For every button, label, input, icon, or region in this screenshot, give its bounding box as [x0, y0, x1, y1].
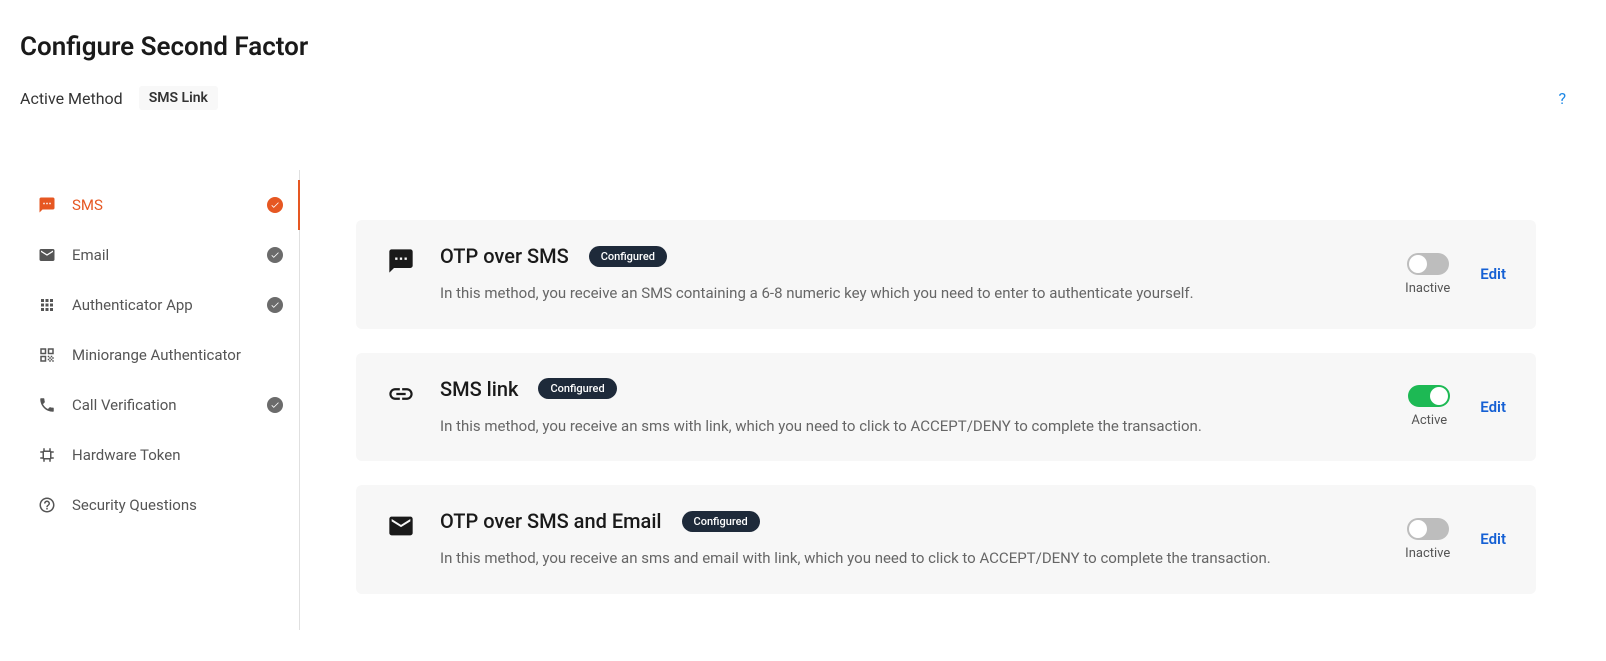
email-icon — [36, 244, 58, 266]
sms-bubble-icon — [386, 246, 416, 276]
method-description: In this method, you receive an sms and e… — [440, 547, 1381, 570]
configured-badge: Configured — [682, 511, 760, 532]
method-description: In this method, you receive an sms with … — [440, 415, 1384, 438]
question-icon — [36, 494, 58, 516]
sidebar-item-hardware[interactable]: Hardware Token — [20, 430, 299, 480]
sidebar-item-label: Security Questions — [72, 496, 283, 514]
toggle-switch[interactable] — [1407, 518, 1449, 540]
sidebar-item-sms[interactable]: SMS — [20, 180, 299, 230]
method-card-otp-sms-email: OTP over SMS and Email Configured In thi… — [356, 485, 1536, 594]
method-description: In this method, you receive an SMS conta… — [440, 282, 1381, 305]
edit-button[interactable]: Edit — [1480, 398, 1506, 416]
sidebar-item-label: Authenticator App — [72, 296, 267, 314]
configured-badge: Configured — [589, 246, 667, 267]
toggle-label: Inactive — [1405, 281, 1450, 296]
sidebar-item-authenticator[interactable]: Authenticator App — [20, 280, 299, 330]
method-title: OTP over SMS — [440, 244, 569, 268]
method-card-otp-sms: OTP over SMS Configured In this method, … — [356, 220, 1536, 329]
sidebar-item-email[interactable]: Email — [20, 230, 299, 280]
check-icon — [267, 247, 283, 263]
method-title: SMS link — [440, 377, 518, 401]
active-method-label: Active Method — [20, 89, 123, 108]
method-card-sms-link: SMS link Configured In this method, you … — [356, 353, 1536, 462]
toggle-switch[interactable] — [1407, 253, 1449, 275]
sidebar-item-label: Miniorange Authenticator — [72, 346, 283, 364]
sidebar: SMS Email Authenticator App — [20, 170, 300, 630]
sidebar-item-label: Hardware Token — [72, 446, 283, 464]
link-icon — [386, 379, 416, 409]
sidebar-item-label: Email — [72, 246, 267, 264]
active-method-value: SMS Link — [139, 86, 218, 110]
grid-icon — [36, 294, 58, 316]
method-title: OTP over SMS and Email — [440, 509, 662, 533]
help-icon[interactable]: ? — [1558, 89, 1566, 108]
phone-icon — [36, 394, 58, 416]
edit-button[interactable]: Edit — [1480, 265, 1506, 283]
check-icon — [267, 397, 283, 413]
edit-button[interactable]: Edit — [1480, 530, 1506, 548]
sidebar-item-call[interactable]: Call Verification — [20, 380, 299, 430]
toggle-label: Active — [1411, 413, 1447, 428]
check-icon — [267, 297, 283, 313]
sidebar-item-security[interactable]: Security Questions — [20, 480, 299, 530]
sidebar-item-label: SMS — [72, 196, 267, 214]
qr-icon — [36, 344, 58, 366]
token-icon — [36, 444, 58, 466]
page-title: Configure Second Factor — [20, 32, 1586, 62]
toggle-label: Inactive — [1405, 546, 1450, 561]
sms-icon — [36, 194, 58, 216]
toggle-switch[interactable] — [1408, 385, 1450, 407]
envelope-icon — [386, 511, 416, 541]
configured-badge: Configured — [538, 378, 616, 399]
check-icon — [267, 197, 283, 213]
active-method-row: Active Method SMS Link ? — [20, 86, 1586, 110]
main-content: OTP over SMS Configured In this method, … — [300, 170, 1536, 630]
sidebar-item-label: Call Verification — [72, 396, 267, 414]
sidebar-item-miniorange[interactable]: Miniorange Authenticator — [20, 330, 299, 380]
